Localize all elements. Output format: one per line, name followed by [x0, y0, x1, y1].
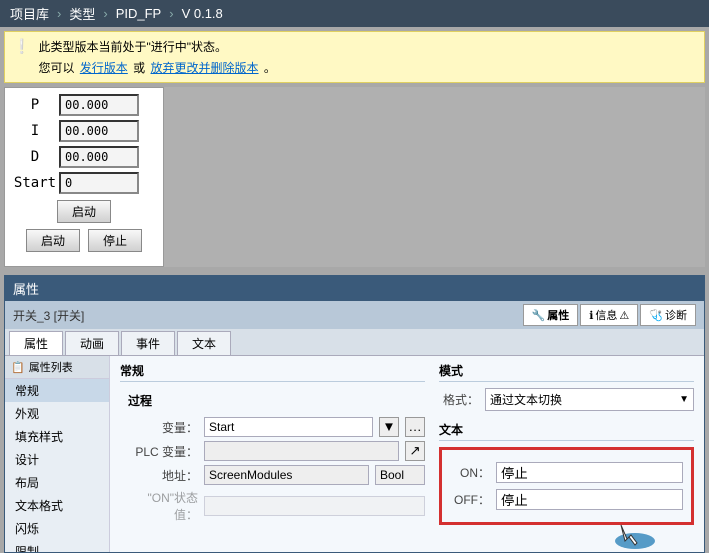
- info-icon: ℹ: [589, 309, 593, 322]
- sidebar-item-fill[interactable]: 填充样式: [5, 425, 109, 448]
- sidebar-item-appearance[interactable]: 外观: [5, 402, 109, 425]
- group-general-title: 常规: [120, 362, 425, 382]
- chevron-right-icon: ›: [169, 6, 173, 21]
- addr-type: [375, 465, 425, 485]
- var-picker-button[interactable]: ▼: [379, 417, 399, 437]
- notice-dot: 。: [264, 61, 276, 75]
- tab-events[interactable]: 事件: [121, 331, 175, 355]
- stop-button[interactable]: 停止: [88, 229, 142, 252]
- sidebar-item-textformat[interactable]: 文本格式: [5, 494, 109, 517]
- var-input[interactable]: [204, 417, 373, 437]
- label-d: D: [11, 149, 59, 165]
- notice-text: 您可以: [38, 61, 74, 75]
- breadcrumb-item[interactable]: 项目库: [10, 4, 49, 23]
- label-start: Start: [11, 175, 59, 191]
- state-label: "ON"状态值：: [128, 489, 198, 523]
- tab-properties[interactable]: 属性: [9, 331, 63, 355]
- sidebar-item-general[interactable]: 常规: [5, 379, 109, 402]
- status-notice: ❕ 此类型版本当前处于"进行中"状态。 您可以 发行版本 或 放弃更改并删除版本…: [4, 31, 705, 83]
- plcvar-input[interactable]: [204, 441, 399, 461]
- sidebar-header: 📋 属性列表: [5, 356, 109, 379]
- chevron-right-icon: ›: [57, 6, 61, 21]
- main-tab-bar: 属性 动画 事件 文本: [5, 329, 704, 356]
- text-on-label: ON：: [450, 464, 490, 481]
- info-icon: ❕: [13, 38, 30, 76]
- diagnostics-icon: 🩺: [649, 309, 663, 322]
- text-off-label: OFF：: [450, 491, 490, 508]
- label-i: I: [11, 123, 59, 139]
- warning-icon: ⚠: [619, 309, 629, 322]
- list-icon: 📋: [11, 361, 25, 374]
- chevron-right-icon: ›: [103, 6, 107, 21]
- plcvar-label: PLC 变量：: [128, 443, 198, 460]
- properties-icon: 🔧: [532, 309, 546, 322]
- breadcrumb: 项目库 › 类型 › PID_FP › V 0.1.8: [0, 0, 709, 27]
- sidebar-item-design[interactable]: 设计: [5, 448, 109, 471]
- input-i[interactable]: [59, 120, 139, 142]
- tab-text[interactable]: 文本: [177, 331, 231, 355]
- mode-label: 格式：: [439, 391, 479, 408]
- addr-input: [204, 465, 369, 485]
- start-button[interactable]: 启动: [26, 229, 80, 252]
- breadcrumb-item[interactable]: PID_FP: [116, 6, 162, 21]
- breadcrumb-item[interactable]: V 0.1.8: [182, 6, 223, 21]
- center-start-button[interactable]: 启动: [57, 200, 111, 223]
- addr-label: 地址：: [128, 467, 198, 484]
- label-p: P: [11, 97, 59, 113]
- sidebar-item-layout[interactable]: 布局: [5, 471, 109, 494]
- subtab-properties[interactable]: 🔧 属性: [523, 304, 579, 326]
- text-off-input[interactable]: [496, 489, 683, 510]
- property-sidebar: 📋 属性列表 常规 外观 填充样式 设计 布局 文本格式 闪烁 限制 样式/设计…: [5, 356, 110, 552]
- cursor-icon: [611, 521, 659, 551]
- input-p[interactable]: [59, 94, 139, 116]
- sidebar-item-limit[interactable]: 限制: [5, 540, 109, 552]
- publish-version-link[interactable]: 发行版本: [80, 61, 128, 75]
- panel-subheader: 开关_3 [开关] 🔧 属性 ℹ 信息 ⚠ 🩺 诊断: [5, 301, 704, 329]
- text-highlight-box: ON： OFF：: [439, 447, 694, 525]
- text-on-input[interactable]: [496, 462, 683, 483]
- subtab-info[interactable]: ℹ 信息 ⚠: [580, 304, 638, 326]
- notice-line1: 此类型版本当前处于"进行中"状态。: [38, 38, 275, 55]
- editor-canvas: P I D Start 启动 启动 停止: [4, 87, 705, 267]
- group-text-title: 文本: [439, 421, 694, 441]
- subtab-diagnostics[interactable]: 🩺 诊断: [640, 304, 696, 326]
- group-process-title: 过程: [128, 392, 425, 411]
- pid-panel: P I D Start 启动 启动 停止: [4, 87, 164, 267]
- discard-version-link[interactable]: 放弃更改并删除版本: [151, 61, 259, 75]
- plcvar-link-button[interactable]: ↗: [405, 441, 425, 461]
- mode-value: 通过文本切换: [490, 391, 562, 408]
- var-browse-button[interactable]: …: [405, 417, 425, 437]
- state-input: [204, 496, 425, 516]
- input-d[interactable]: [59, 146, 139, 168]
- panel-title: 属性: [5, 276, 704, 301]
- selection-title: 开关_3 [开关]: [13, 307, 84, 324]
- tab-animation[interactable]: 动画: [65, 331, 119, 355]
- chevron-down-icon: ▼: [679, 394, 689, 405]
- mode-select[interactable]: 通过文本切换 ▼: [485, 388, 694, 411]
- input-start[interactable]: [59, 172, 139, 194]
- sidebar-item-flash[interactable]: 闪烁: [5, 517, 109, 540]
- group-mode-title: 模式: [439, 362, 694, 382]
- breadcrumb-item[interactable]: 类型: [69, 4, 95, 23]
- var-label: 变量：: [128, 419, 198, 436]
- properties-panel: 属性 开关_3 [开关] 🔧 属性 ℹ 信息 ⚠ 🩺 诊断 属性 动画 事件 文…: [4, 275, 705, 553]
- notice-or: 或: [133, 61, 145, 75]
